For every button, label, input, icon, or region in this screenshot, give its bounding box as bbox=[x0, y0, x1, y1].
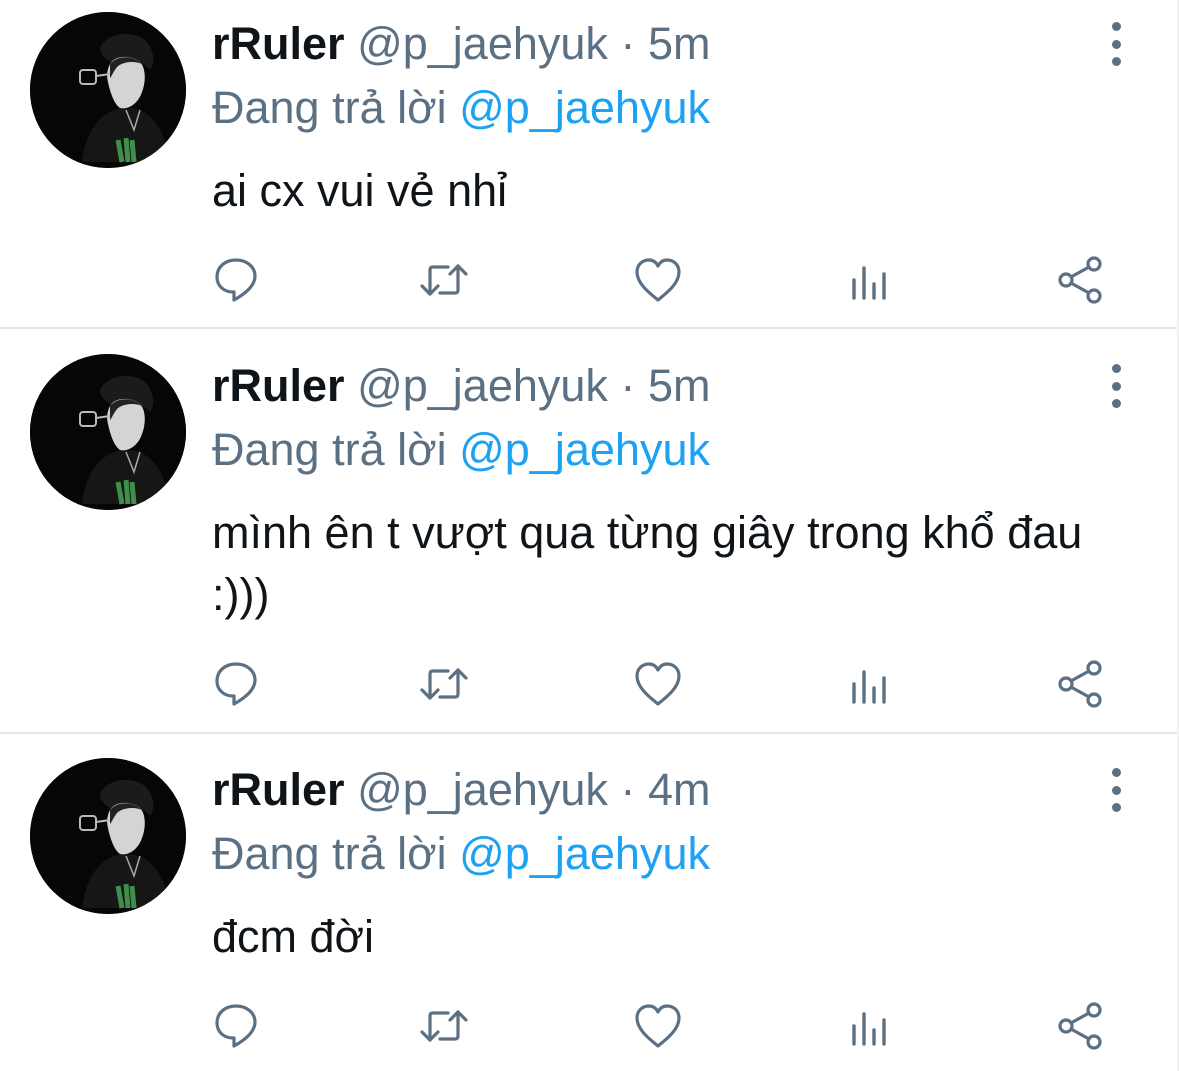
analytics-button[interactable] bbox=[840, 250, 900, 310]
user-handle[interactable]: @p_jaehyuk bbox=[357, 360, 608, 411]
more-options-icon[interactable] bbox=[1098, 22, 1134, 66]
retweet-icon bbox=[420, 668, 468, 700]
retweet-button[interactable] bbox=[414, 654, 474, 714]
analytics-icon bbox=[852, 670, 886, 704]
tweet-header: rRuler @p_jaehyuk · 5m bbox=[212, 360, 710, 412]
divider bbox=[0, 732, 1179, 734]
separator-dot: · bbox=[620, 360, 636, 411]
divider bbox=[0, 327, 1179, 329]
avatar[interactable] bbox=[30, 758, 186, 914]
more-options-icon[interactable] bbox=[1098, 768, 1134, 812]
share-button[interactable] bbox=[1050, 250, 1110, 310]
timestamp[interactable]: 5m bbox=[648, 360, 711, 411]
analytics-icon bbox=[852, 266, 886, 300]
like-button[interactable] bbox=[628, 996, 688, 1056]
avatar-image bbox=[30, 354, 186, 510]
tweet-header: rRuler @p_jaehyuk · 5m bbox=[212, 18, 710, 70]
reply-prefix: Đang trả lời bbox=[212, 424, 447, 475]
replying-to: Đang trả lời @p_jaehyuk bbox=[212, 828, 710, 880]
reply-icon bbox=[215, 662, 257, 706]
display-name[interactable]: rRuler bbox=[212, 360, 345, 411]
replying-to: Đang trả lời @p_jaehyuk bbox=[212, 82, 710, 134]
like-icon bbox=[635, 1004, 681, 1048]
share-icon bbox=[1058, 256, 1102, 304]
reply-prefix: Đang trả lời bbox=[212, 82, 447, 133]
reply-to-handle[interactable]: @p_jaehyuk bbox=[459, 424, 710, 475]
separator-dot: · bbox=[620, 18, 636, 69]
retweet-icon bbox=[420, 1010, 468, 1042]
avatar[interactable] bbox=[30, 12, 186, 168]
share-icon bbox=[1058, 660, 1102, 708]
tweet-text: mình ên t vượt qua từng giây trong khổ đ… bbox=[212, 507, 1083, 620]
avatar[interactable] bbox=[30, 354, 186, 510]
reply-icon bbox=[215, 1004, 257, 1048]
retweet-button[interactable] bbox=[414, 250, 474, 310]
reply-button[interactable] bbox=[206, 654, 266, 714]
action-bar bbox=[0, 654, 1179, 714]
avatar-image bbox=[30, 758, 186, 914]
timestamp[interactable]: 4m bbox=[648, 764, 711, 815]
more-options-icon[interactable] bbox=[1098, 364, 1134, 408]
tweet-text: ai cx vui vẻ nhỉ bbox=[212, 165, 508, 216]
user-handle[interactable]: @p_jaehyuk bbox=[357, 18, 608, 69]
display-name[interactable]: rRuler bbox=[212, 764, 345, 815]
tweet[interactable]: rRuler @p_jaehyuk · 4m Đang trả lời @p_j… bbox=[0, 746, 1179, 1071]
analytics-button[interactable] bbox=[840, 996, 900, 1056]
like-button[interactable] bbox=[628, 654, 688, 714]
timestamp[interactable]: 5m bbox=[648, 18, 711, 69]
tweet-feed: rRuler @p_jaehyuk · 5m Đang trả lời @p_j… bbox=[0, 0, 1179, 1071]
tweet-header: rRuler @p_jaehyuk · 4m bbox=[212, 764, 710, 816]
like-icon bbox=[635, 258, 681, 302]
reply-icon bbox=[215, 258, 257, 302]
like-icon bbox=[635, 662, 681, 706]
reply-to-handle[interactable]: @p_jaehyuk bbox=[459, 82, 710, 133]
reply-button[interactable] bbox=[206, 250, 266, 310]
analytics-button[interactable] bbox=[840, 654, 900, 714]
avatar-image bbox=[30, 12, 186, 168]
retweet-button[interactable] bbox=[414, 996, 474, 1056]
action-bar bbox=[0, 250, 1179, 310]
tweet[interactable]: rRuler @p_jaehyuk · 5m Đang trả lời @p_j… bbox=[0, 342, 1179, 732]
tweet[interactable]: rRuler @p_jaehyuk · 5m Đang trả lời @p_j… bbox=[0, 0, 1179, 328]
separator-dot: · bbox=[620, 764, 636, 815]
replying-to: Đang trả lời @p_jaehyuk bbox=[212, 424, 710, 476]
display-name[interactable]: rRuler bbox=[212, 18, 345, 69]
analytics-icon bbox=[852, 1012, 886, 1046]
action-bar bbox=[0, 996, 1179, 1056]
share-icon bbox=[1058, 1002, 1102, 1050]
reply-button[interactable] bbox=[206, 996, 266, 1056]
like-button[interactable] bbox=[628, 250, 688, 310]
user-handle[interactable]: @p_jaehyuk bbox=[357, 764, 608, 815]
reply-to-handle[interactable]: @p_jaehyuk bbox=[459, 828, 710, 879]
share-button[interactable] bbox=[1050, 654, 1110, 714]
retweet-icon bbox=[420, 264, 468, 296]
tweet-text: đcm đời bbox=[212, 911, 375, 962]
reply-prefix: Đang trả lời bbox=[212, 828, 447, 879]
share-button[interactable] bbox=[1050, 996, 1110, 1056]
